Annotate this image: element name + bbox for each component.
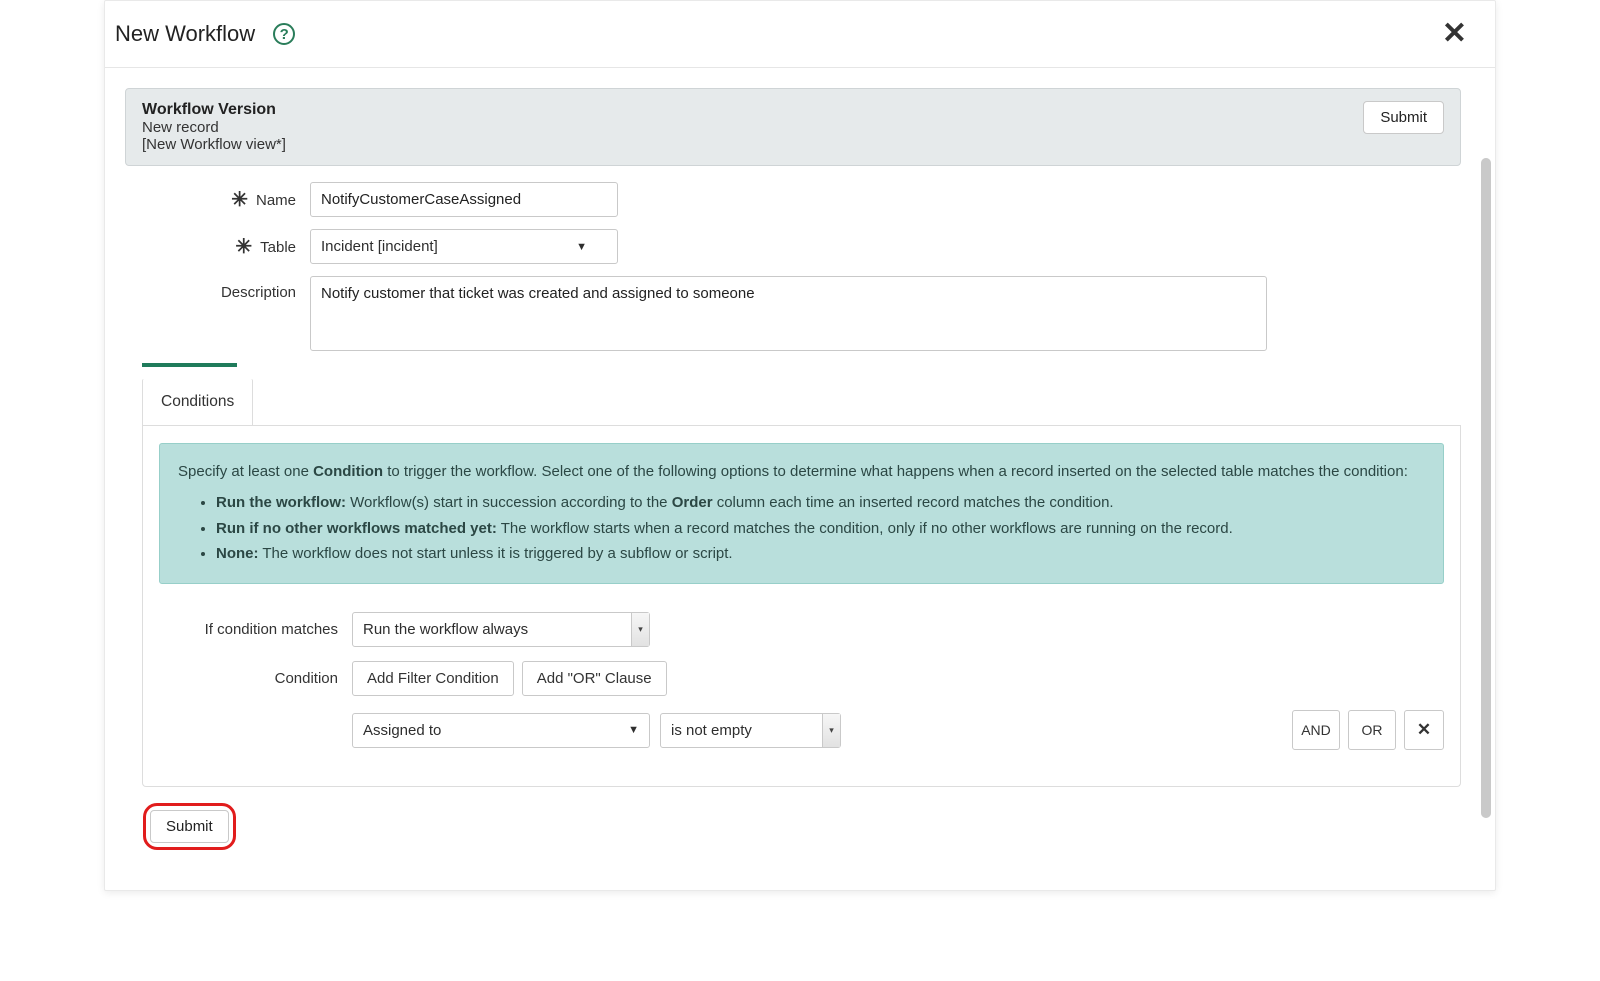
if-condition-matches-label: If condition matches <box>159 621 352 638</box>
info-item-run: Run the workflow: Workflow(s) start in s… <box>216 491 1425 514</box>
submit-highlight: Submit <box>143 803 236 850</box>
record-status: New record <box>142 119 1363 136</box>
chevron-down-icon: ▾ <box>822 714 840 747</box>
close-icon[interactable]: ✕ <box>1438 19 1471 49</box>
conditions-info-box: Specify at least one Condition to trigge… <box>159 443 1444 584</box>
conditions-panel: Specify at least one Condition to trigge… <box>142 425 1461 787</box>
submit-button-bottom[interactable]: Submit <box>150 810 229 843</box>
name-input[interactable] <box>310 182 618 217</box>
vertical-scrollbar[interactable] <box>1481 158 1491 818</box>
condition-field-select[interactable]: Assigned to ▼ <box>352 713 650 748</box>
chevron-down-icon: ▼ <box>628 724 639 736</box>
condition-operator-select[interactable]: is not empty ▾ <box>660 713 841 748</box>
or-button[interactable]: OR <box>1348 710 1396 750</box>
record-header: Workflow Version New record [New Workflo… <box>125 88 1461 166</box>
description-label: Description <box>221 284 296 301</box>
info-item-run-if: Run if no other workflows matched yet: T… <box>216 517 1425 540</box>
if-condition-matches-select[interactable]: Run the workflow always ▾ <box>352 612 650 647</box>
modal-title: New Workflow <box>115 21 255 47</box>
table-select-value: Incident [incident] <box>321 238 438 255</box>
record-view: [New Workflow view*] <box>142 136 1363 153</box>
chevron-down-icon: ▼ <box>576 241 587 253</box>
and-button[interactable]: AND <box>1292 710 1340 750</box>
tab-active-indicator <box>142 363 237 367</box>
chevron-down-icon: ▾ <box>631 613 649 646</box>
tab-bar: Conditions <box>142 379 1461 426</box>
add-filter-condition-button[interactable]: Add Filter Condition <box>352 661 514 696</box>
modal-header: New Workflow ? ✕ <box>105 1 1495 68</box>
info-item-none: None: The workflow does not start unless… <box>216 542 1425 565</box>
add-or-clause-button[interactable]: Add "OR" Clause <box>522 661 667 696</box>
new-workflow-modal: New Workflow ? ✕ Workflow Version New re… <box>104 0 1496 891</box>
table-row: ✳ Table Incident [incident] ▼ <box>125 229 1461 264</box>
table-select[interactable]: Incident [incident] ▼ <box>310 229 618 264</box>
submit-button-top[interactable]: Submit <box>1363 101 1444 134</box>
tab-conditions[interactable]: Conditions <box>142 379 253 425</box>
description-row: Description <box>125 276 1461 351</box>
required-icon: ✳ <box>231 190 248 210</box>
scrollbar-thumb[interactable] <box>1481 158 1491 818</box>
remove-condition-button[interactable]: ✕ <box>1404 710 1444 750</box>
modal-body: Workflow Version New record [New Workflo… <box>105 68 1495 890</box>
name-label: Name <box>256 192 296 209</box>
help-icon[interactable]: ? <box>273 23 295 45</box>
condition-label: Condition <box>159 670 352 687</box>
description-textarea[interactable] <box>310 276 1267 351</box>
table-label: Table <box>260 239 296 256</box>
required-icon: ✳ <box>235 237 252 257</box>
name-row: ✳ Name <box>125 182 1461 217</box>
record-title: Workflow Version <box>142 101 1363 119</box>
